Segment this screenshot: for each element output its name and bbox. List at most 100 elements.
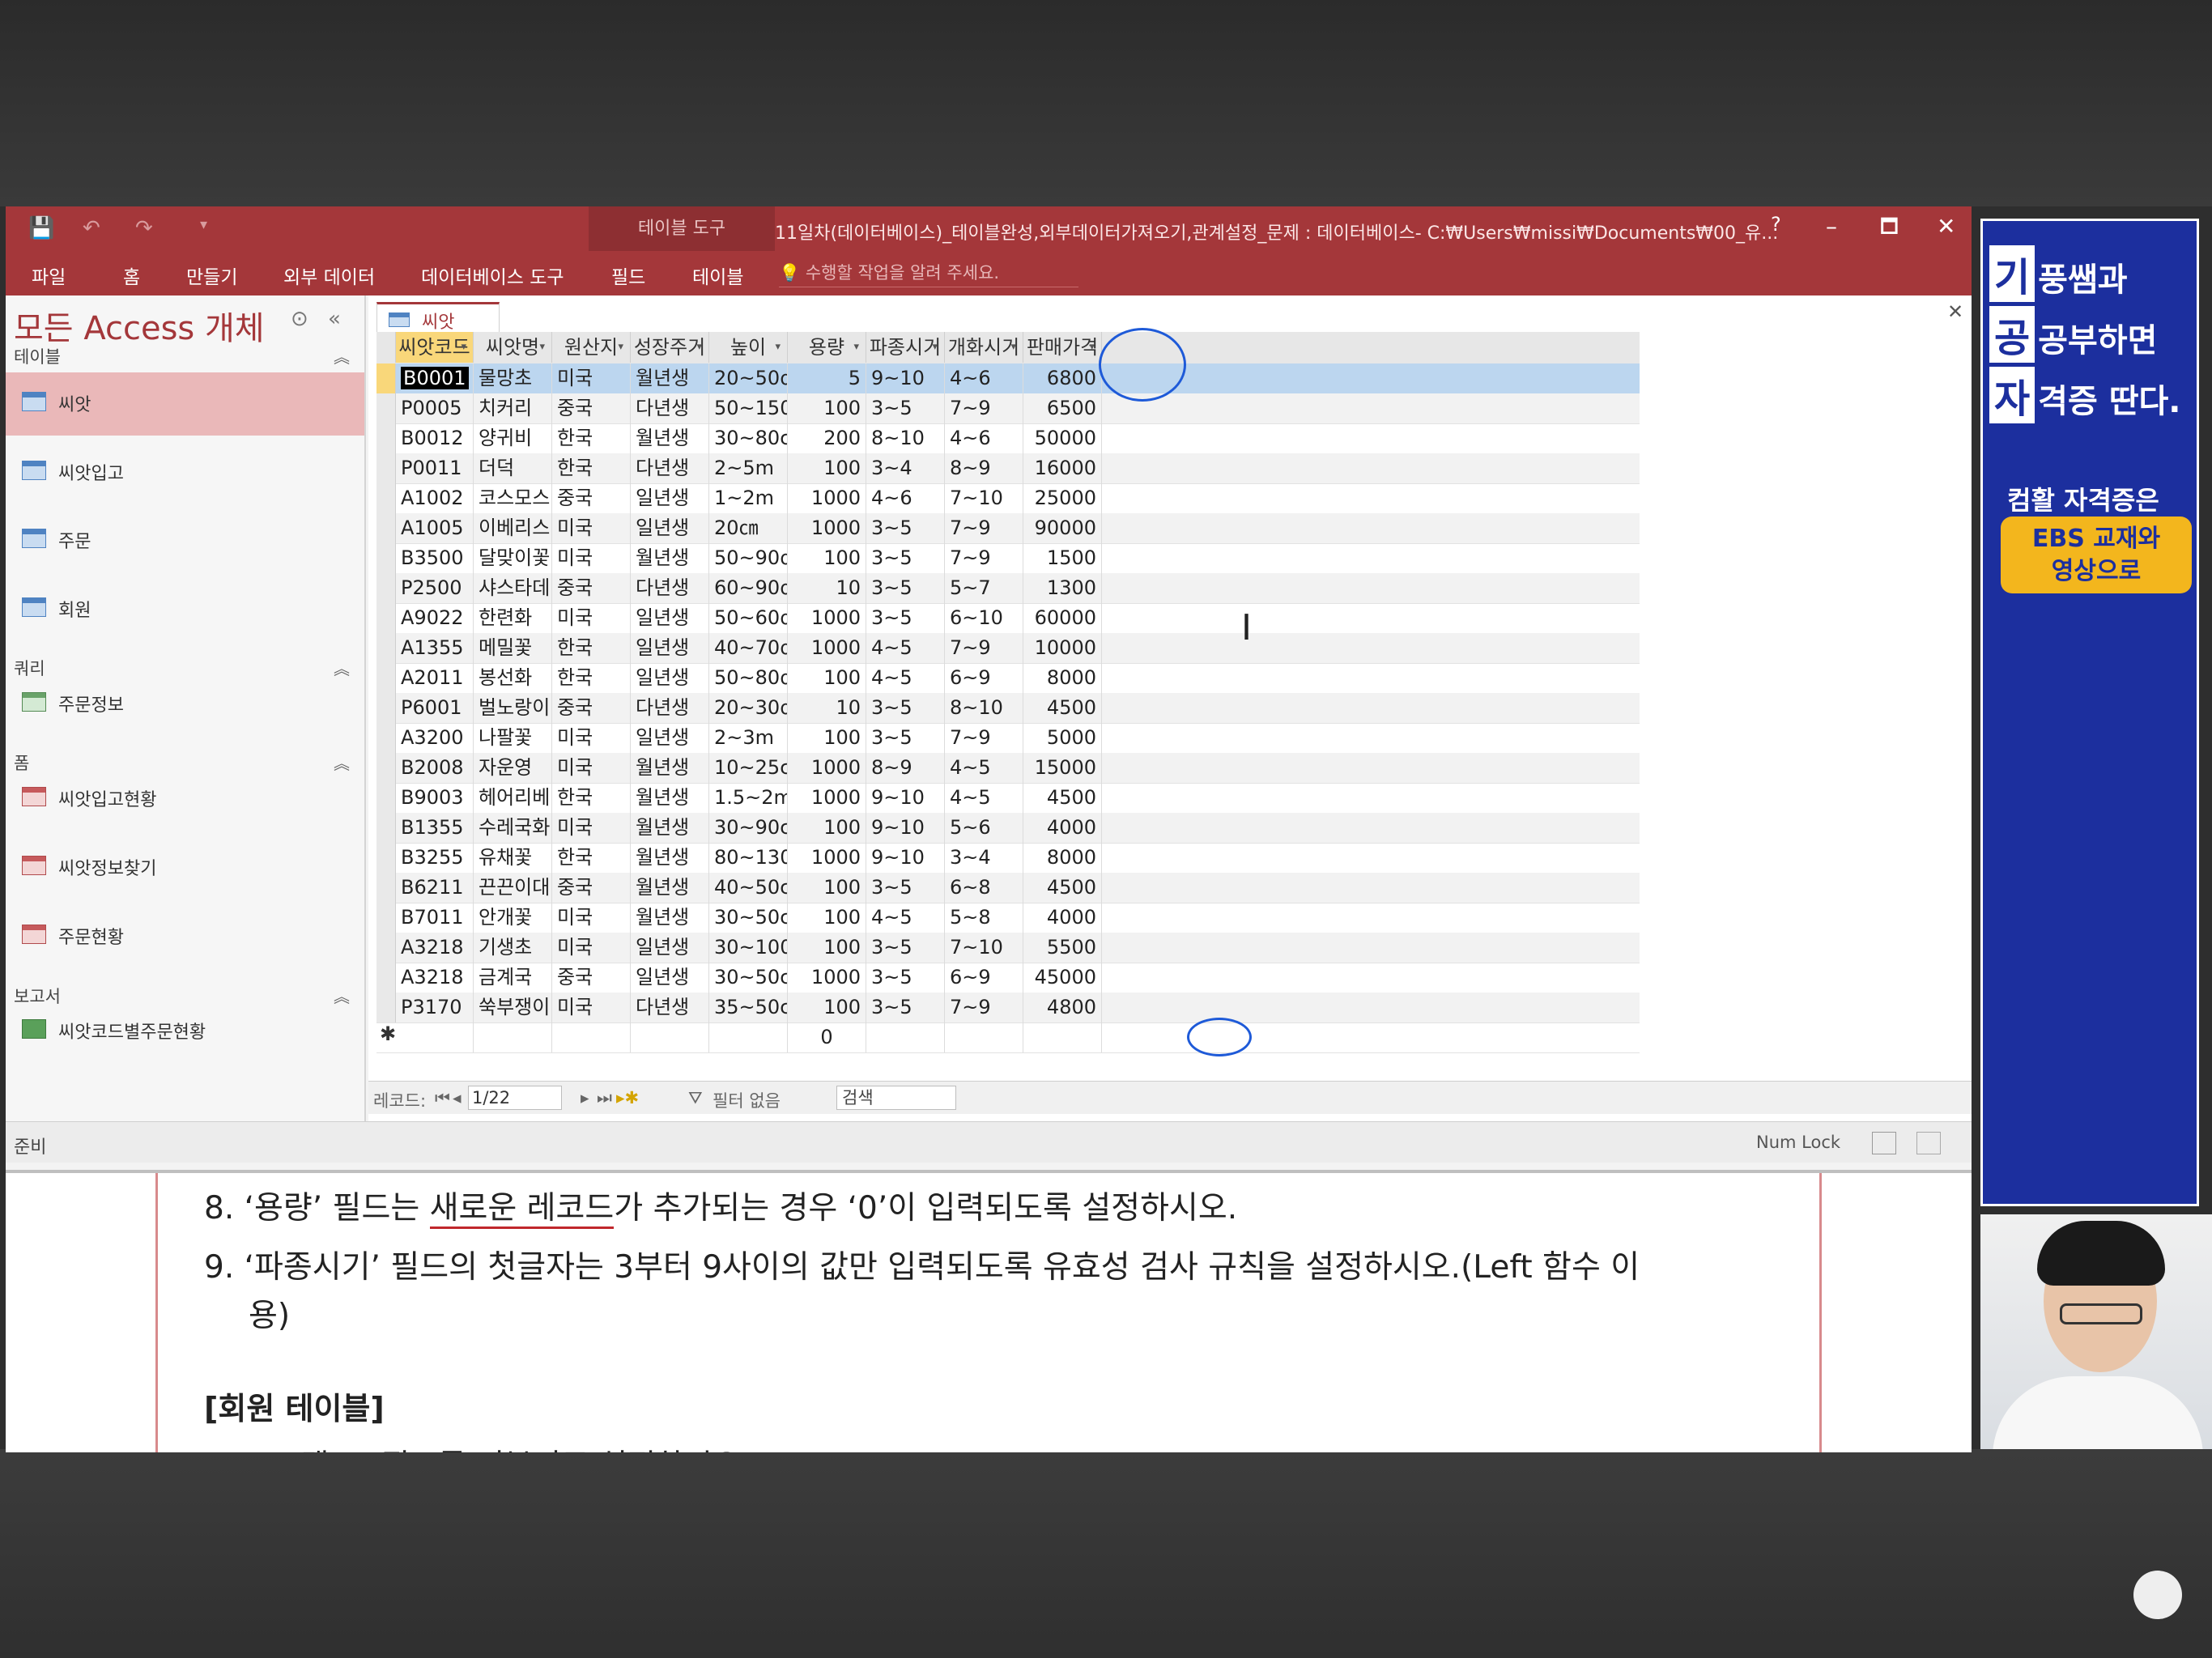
- table-cell[interactable]: 3~5: [866, 993, 945, 1022]
- table-cell[interactable]: 60000: [1023, 603, 1102, 633]
- table-cell[interactable]: 45000: [1023, 963, 1102, 993]
- row-selector[interactable]: [376, 513, 396, 543]
- column-header[interactable]: 원산지 ▾: [552, 332, 631, 363]
- table-cell[interactable]: 15000: [1023, 753, 1102, 783]
- table-cell[interactable]: 6~9: [945, 963, 1023, 993]
- table-cell[interactable]: A1005: [396, 513, 474, 543]
- table-row[interactable]: A2011 봉선화 한국 일년생 50~80㎝ 100 4~5 6~9 8000: [376, 663, 1640, 694]
- table-row[interactable]: B6211 끈끈이대나물 중국 월년생 40~50cm 100 3~5 6~8 4500: [376, 873, 1640, 903]
- table-cell[interactable]: 200: [788, 423, 866, 453]
- row-selector[interactable]: [376, 603, 396, 633]
- table-cell[interactable]: 7~9: [945, 513, 1023, 543]
- help-button[interactable]: ?: [1771, 213, 1781, 236]
- table-cell[interactable]: 월년생: [631, 423, 709, 453]
- table-cell[interactable]: 8~10: [945, 693, 1023, 723]
- table-cell[interactable]: 한국: [552, 663, 631, 693]
- table-cell[interactable]: 기생초: [474, 933, 552, 963]
- table-cell[interactable]: 월년생: [631, 843, 709, 873]
- table-cell[interactable]: 3~5: [866, 603, 945, 633]
- table-cell[interactable]: B3255: [396, 843, 474, 873]
- table-cell[interactable]: 90000: [1023, 513, 1102, 543]
- table-cell[interactable]: 일년생: [631, 723, 709, 753]
- nav-item-form-order-status[interactable]: 주문현황: [6, 905, 364, 968]
- table-cell[interactable]: 1000: [788, 513, 866, 543]
- table-cell[interactable]: 8000: [1023, 843, 1102, 873]
- nav-item-report-orders-by-code[interactable]: 씨앗코드별주문현황: [6, 1000, 364, 1063]
- row-selector[interactable]: [376, 573, 396, 603]
- shutter-bar-icon[interactable]: «: [328, 307, 341, 331]
- table-cell[interactable]: 3~5: [866, 393, 945, 423]
- table-cell[interactable]: 1000: [788, 603, 866, 633]
- table-cell[interactable]: 치커리: [474, 393, 552, 423]
- table-cell[interactable]: 100: [788, 453, 866, 483]
- nav-item-seed-stock-table[interactable]: 씨앗입고: [6, 441, 364, 504]
- table-cell[interactable]: 20~30㎝: [709, 693, 788, 723]
- table-cell[interactable]: [631, 1022, 709, 1052]
- table-cell[interactable]: 6~8: [945, 873, 1023, 903]
- table-cell[interactable]: [552, 1022, 631, 1052]
- table-cell[interactable]: 미국: [552, 543, 631, 573]
- table-cell[interactable]: 4000: [1023, 813, 1102, 843]
- table-row[interactable]: B9003 헤어리베치 한국 월년생 1.5~2m 1000 9~10 4~5 4500: [376, 783, 1640, 814]
- table-cell[interactable]: B0012: [396, 423, 474, 453]
- filter-dropdown-icon[interactable]: ▾: [853, 332, 859, 363]
- filter-dropdown-icon[interactable]: ▾: [461, 332, 466, 363]
- table-cell[interactable]: 1000: [788, 783, 866, 813]
- table-cell[interactable]: 월년생: [631, 783, 709, 813]
- row-selector[interactable]: [376, 633, 396, 663]
- table-cell[interactable]: 일년생: [631, 513, 709, 543]
- undo-icon[interactable]: ↶: [83, 216, 100, 240]
- minimize-button[interactable]: –: [1826, 213, 1837, 240]
- table-cell[interactable]: [945, 1022, 1023, 1052]
- table-cell[interactable]: 달맞이꽃: [474, 543, 552, 573]
- row-selector[interactable]: [376, 483, 396, 513]
- tab-external-data[interactable]: 외부 데이터: [283, 261, 375, 289]
- table-row[interactable]: B1355 수레국화 미국 월년생 30~90cm 100 9~10 5~6 4000: [376, 813, 1640, 844]
- table-cell[interactable]: 10~25cm: [709, 753, 788, 783]
- table-cell[interactable]: 3~5: [866, 933, 945, 963]
- table-row[interactable]: A1002 코스모스 중국 일년생 1~2m 1000 4~6 7~10 25000: [376, 483, 1640, 514]
- table-cell[interactable]: 일년생: [631, 603, 709, 633]
- table-cell[interactable]: 미국: [552, 903, 631, 933]
- row-selector[interactable]: [376, 963, 396, 993]
- row-selector[interactable]: [376, 783, 396, 813]
- table-cell[interactable]: 8~9: [866, 753, 945, 783]
- row-selector[interactable]: [376, 723, 396, 753]
- column-header[interactable]: 용량 ▾: [788, 332, 866, 363]
- close-button[interactable]: ✕: [1937, 213, 1955, 240]
- table-cell[interactable]: 100: [788, 903, 866, 933]
- table-cell[interactable]: 3~5: [866, 723, 945, 753]
- row-selector[interactable]: [376, 993, 396, 1022]
- row-selector[interactable]: [376, 363, 396, 393]
- table-cell[interactable]: 7~9: [945, 723, 1023, 753]
- new-record-row[interactable]: ✱ 0: [376, 1022, 1640, 1053]
- table-cell[interactable]: 3~5: [866, 543, 945, 573]
- table-cell[interactable]: 5~6: [945, 813, 1023, 843]
- column-header[interactable]: 파종시기 ▾: [866, 332, 945, 363]
- table-cell[interactable]: 헤어리베치: [474, 783, 552, 813]
- row-selector[interactable]: [376, 933, 396, 963]
- filter-dropdown-icon[interactable]: ▾: [1010, 332, 1016, 363]
- current-record-box[interactable]: 1/22: [468, 1086, 562, 1110]
- table-cell[interactable]: 50~90㎝: [709, 543, 788, 573]
- row-selector[interactable]: [376, 543, 396, 573]
- table-cell[interactable]: 다년생: [631, 453, 709, 483]
- table-cell[interactable]: P3170: [396, 993, 474, 1022]
- nav-item-member-table[interactable]: 회원: [6, 578, 364, 641]
- table-row[interactable]: B3255 유채꽃 한국 월년생 80~130cm 1000 9~10 3~4 8000: [376, 843, 1640, 874]
- table-cell[interactable]: 한련화: [474, 603, 552, 633]
- table-cell[interactable]: 금계국: [474, 963, 552, 993]
- table-row[interactable]: B2008 자운영 미국 월년생 10~25cm 1000 8~9 4~5 15000: [376, 753, 1640, 784]
- table-cell[interactable]: P0005: [396, 393, 474, 423]
- table-cell[interactable]: 한국: [552, 453, 631, 483]
- nav-item-form-seed-search[interactable]: 씨앗정보찾기: [6, 836, 364, 899]
- table-cell[interactable]: 30~100cm: [709, 933, 788, 963]
- tab-create[interactable]: 만들기: [186, 261, 237, 289]
- nav-group-tables[interactable]: 테이블: [14, 344, 61, 368]
- nav-item-order-table[interactable]: 주문: [6, 509, 364, 572]
- table-cell[interactable]: 메밀꽃: [474, 633, 552, 663]
- row-selector[interactable]: [376, 813, 396, 843]
- table-cell[interactable]: [709, 1022, 788, 1052]
- table-cell[interactable]: 35~50cm: [709, 993, 788, 1022]
- table-cell[interactable]: 월년생: [631, 903, 709, 933]
